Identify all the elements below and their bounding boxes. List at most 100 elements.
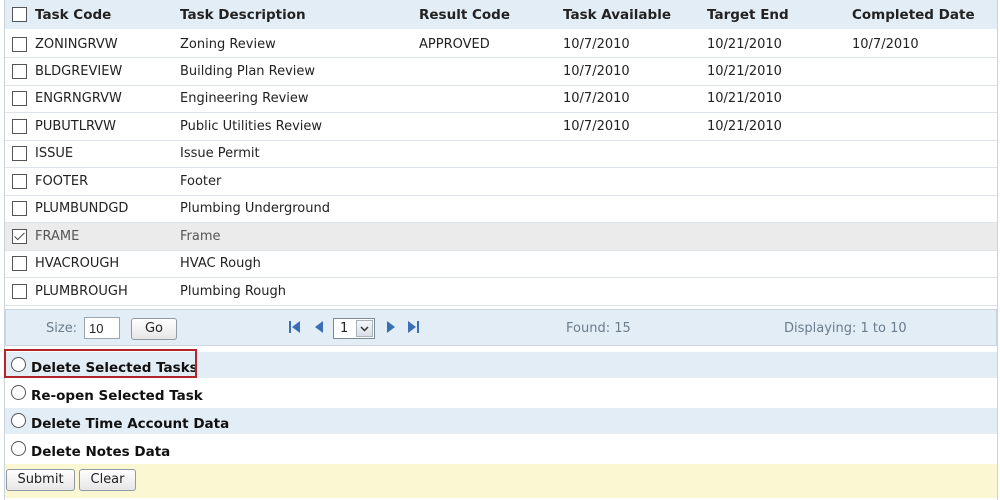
target-end <box>707 222 852 251</box>
task-description: Building Plan Review <box>180 57 419 86</box>
task-available <box>563 250 707 278</box>
header-task-description[interactable]: Task Description <box>180 0 419 31</box>
table-row-selected[interactable]: FRAME Frame <box>5 222 997 251</box>
result-code <box>419 167 563 196</box>
row-checkbox[interactable] <box>12 63 27 79</box>
go-button[interactable]: Go <box>131 318 177 340</box>
delete-notes-radio[interactable] <box>11 441 26 456</box>
completed-date <box>852 167 997 196</box>
delete-time-account-label[interactable]: Delete Time Account Data <box>31 416 229 432</box>
task-available <box>563 140 707 168</box>
result-code <box>419 85 563 113</box>
completed-date <box>852 250 997 278</box>
task-description: Public Utilities Review <box>180 112 419 141</box>
first-page-icon[interactable] <box>288 319 302 335</box>
delete-selected-label[interactable]: Delete Selected Tasks <box>31 360 198 376</box>
delete-selected-radio[interactable] <box>11 357 26 372</box>
row-checkbox[interactable] <box>12 201 27 217</box>
page-size-label: Size: <box>46 321 78 336</box>
completed-date <box>852 277 997 306</box>
submit-button[interactable]: Submit <box>6 469 75 491</box>
previous-page-icon[interactable] <box>312 319 326 335</box>
task-available <box>563 222 707 251</box>
header-task-code-label: Task Code <box>35 6 112 23</box>
row-checkbox[interactable] <box>12 283 27 299</box>
target-end: 10/21/2010 <box>707 57 852 86</box>
last-page-icon[interactable] <box>406 319 420 335</box>
task-code-cell: ENGRNGRVW <box>5 85 180 113</box>
table-row[interactable]: ENGRNGRVW Engineering Review 10/7/2010 1… <box>5 85 997 113</box>
task-available: 10/7/2010 <box>563 112 707 141</box>
found-count: Found: 15 <box>566 321 631 336</box>
task-code-cell: FOOTER <box>5 167 180 196</box>
result-code <box>419 57 563 86</box>
result-code <box>419 140 563 168</box>
task-code: PLUMBROUGH <box>35 283 128 299</box>
option-delete-notes[interactable]: Delete Notes Data <box>5 436 997 462</box>
completed-date <box>852 222 997 251</box>
delete-time-account-radio[interactable] <box>11 413 26 428</box>
page-number-select[interactable]: 1 <box>333 318 375 339</box>
completed-date <box>852 112 997 141</box>
option-delete-selected[interactable]: Delete Selected Tasks <box>5 352 997 378</box>
table-row[interactable]: FOOTER Footer <box>5 167 997 196</box>
option-delete-time-account[interactable]: Delete Time Account Data <box>5 408 997 434</box>
task-description: Engineering Review <box>180 85 419 113</box>
task-code-cell: FRAME <box>5 222 180 251</box>
task-available <box>563 277 707 306</box>
header-completed-date[interactable]: Completed Date <box>852 0 997 31</box>
page-size-input[interactable] <box>84 317 120 339</box>
table-row[interactable]: BLDGREVIEW Building Plan Review 10/7/201… <box>5 57 997 86</box>
next-page-icon[interactable] <box>384 319 398 335</box>
row-checkbox[interactable] <box>12 91 27 107</box>
header-task-code[interactable]: Task Code <box>5 0 180 31</box>
table-row[interactable]: ZONINGRVW Zoning Review APPROVED 10/7/20… <box>5 30 997 58</box>
row-checkbox[interactable] <box>12 173 27 189</box>
chevron-down-icon[interactable] <box>356 320 373 337</box>
table-header-row: Task Code Task Description Result Code T… <box>5 0 997 31</box>
task-description: Footer <box>180 167 419 196</box>
task-code: HVACROUGH <box>35 256 120 272</box>
table-row[interactable]: PUBUTLRVW Public Utilities Review 10/7/2… <box>5 112 997 141</box>
task-code-cell: HVACROUGH <box>5 250 180 278</box>
task-code: BLDGREVIEW <box>35 63 123 79</box>
task-code-cell: PLUMBUNDGD <box>5 195 180 223</box>
target-end: 10/21/2010 <box>707 112 852 141</box>
result-code <box>419 195 563 223</box>
result-code: APPROVED <box>419 30 563 58</box>
task-available <box>563 167 707 196</box>
task-description: HVAC Rough <box>180 250 419 278</box>
table-row[interactable]: PLUMBROUGH Plumbing Rough <box>5 277 997 306</box>
completed-date <box>852 140 997 168</box>
header-task-available[interactable]: Task Available <box>563 0 707 31</box>
row-checkbox[interactable] <box>12 256 27 272</box>
table-row[interactable]: PLUMBUNDGD Plumbing Underground <box>5 195 997 223</box>
task-description: Plumbing Underground <box>180 195 419 223</box>
row-checkbox-checked[interactable] <box>12 228 27 244</box>
result-code <box>419 222 563 251</box>
row-checkbox[interactable] <box>12 36 27 52</box>
delete-notes-label[interactable]: Delete Notes Data <box>31 444 170 460</box>
row-checkbox[interactable] <box>12 146 27 162</box>
reopen-selected-label[interactable]: Re-open Selected Task <box>31 388 203 404</box>
page-number-value: 1 <box>340 321 349 336</box>
row-checkbox[interactable] <box>12 118 27 134</box>
reopen-selected-radio[interactable] <box>11 385 26 400</box>
select-all-checkbox[interactable] <box>12 7 27 22</box>
option-reopen-selected[interactable]: Re-open Selected Task <box>5 380 997 406</box>
header-target-end[interactable]: Target End <box>707 0 852 31</box>
target-end: 10/21/2010 <box>707 30 852 58</box>
clear-button[interactable]: Clear <box>79 469 136 491</box>
header-result-code[interactable]: Result Code <box>419 0 563 31</box>
completed-date <box>852 57 997 86</box>
target-end <box>707 140 852 168</box>
table-row[interactable]: HVACROUGH HVAC Rough <box>5 250 997 278</box>
table-row[interactable]: ISSUE Issue Permit <box>5 140 997 168</box>
task-code-cell: PLUMBROUGH <box>5 277 180 306</box>
displaying-range: Displaying: 1 to 10 <box>784 321 907 336</box>
task-code-cell: ISSUE <box>5 140 180 168</box>
target-end <box>707 277 852 306</box>
pagination-bar: Size: Go 1 Found: 15 Displaying: 1 to 10 <box>5 309 997 346</box>
target-end: 10/21/2010 <box>707 85 852 113</box>
task-code: PUBUTLRVW <box>35 118 117 134</box>
